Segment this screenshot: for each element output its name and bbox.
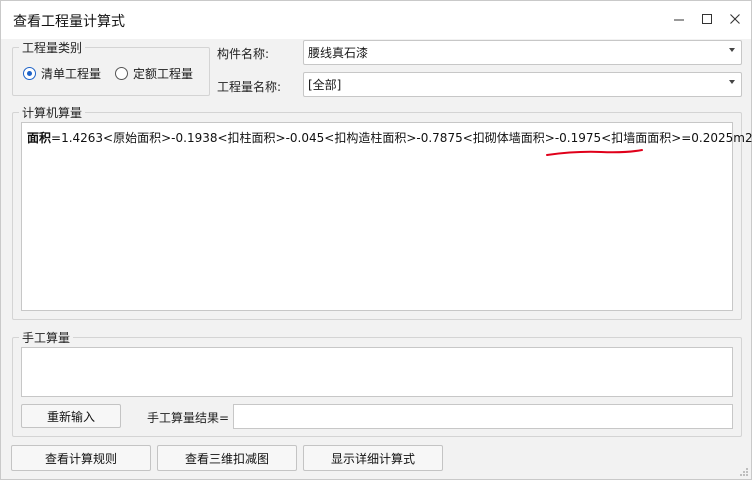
resize-grip-icon[interactable] bbox=[739, 467, 749, 477]
red-underline-annotation bbox=[546, 149, 643, 156]
dialog-window: 查看工程量计算式 工程量类别 清单工程量 定额工程量 构件名称: 腰线真石漆 工… bbox=[0, 0, 752, 480]
minimize-icon bbox=[674, 19, 684, 21]
minimize-button[interactable] bbox=[665, 7, 693, 31]
manual-calc-legend: 手工算量 bbox=[19, 329, 74, 346]
maximize-button[interactable] bbox=[693, 7, 721, 31]
quantity-name-select[interactable]: [全部] bbox=[303, 72, 742, 97]
formula-prefix: 面积 bbox=[27, 131, 52, 145]
view-calc-rules-button[interactable]: 查看计算规则 bbox=[11, 445, 151, 471]
component-name-value: 腰线真石漆 bbox=[308, 46, 369, 60]
radio-checked-icon bbox=[23, 67, 36, 80]
manual-result-label: 手工算量结果= bbox=[147, 411, 230, 425]
radio-list-quantity-label: 清单工程量 bbox=[41, 67, 102, 81]
radio-norm-quantity-label: 定额工程量 bbox=[133, 67, 194, 81]
title-bar[interactable]: 查看工程量计算式 bbox=[1, 1, 751, 39]
quantity-name-value: [全部] bbox=[308, 78, 342, 92]
dropdown-arrow-icon bbox=[729, 48, 735, 52]
formula-text: 面积=1.4263<原始面积>-0.1938<扣柱面积>-0.045<扣构造柱面… bbox=[27, 129, 752, 146]
close-icon bbox=[730, 14, 740, 24]
dropdown-arrow-icon bbox=[729, 80, 735, 84]
quantity-type-legend: 工程量类别 bbox=[19, 39, 86, 56]
view-3d-deduction-button[interactable]: 查看三维扣减图 bbox=[157, 445, 297, 471]
reinput-button[interactable]: 重新输入 bbox=[21, 404, 121, 428]
radio-norm-quantity[interactable]: 定额工程量 bbox=[115, 65, 193, 82]
computer-calc-legend: 计算机算量 bbox=[19, 104, 86, 121]
manual-result-input[interactable] bbox=[233, 404, 733, 429]
maximize-icon bbox=[702, 14, 712, 24]
component-name-label: 构件名称: bbox=[217, 47, 270, 61]
window-title: 查看工程量计算式 bbox=[13, 14, 125, 30]
component-name-select[interactable]: 腰线真石漆 bbox=[303, 40, 742, 65]
formula-body: =1.4263<原始面积>-0.1938<扣柱面积>-0.045<扣构造柱面积>… bbox=[51, 131, 752, 145]
close-button[interactable] bbox=[721, 7, 749, 31]
radio-list-quantity[interactable]: 清单工程量 bbox=[23, 65, 101, 82]
radio-unchecked-icon bbox=[115, 67, 128, 80]
show-detailed-formula-button[interactable]: 显示详细计算式 bbox=[303, 445, 443, 471]
quantity-name-label: 工程量名称: bbox=[217, 80, 282, 94]
manual-calc-textarea[interactable] bbox=[21, 347, 733, 397]
